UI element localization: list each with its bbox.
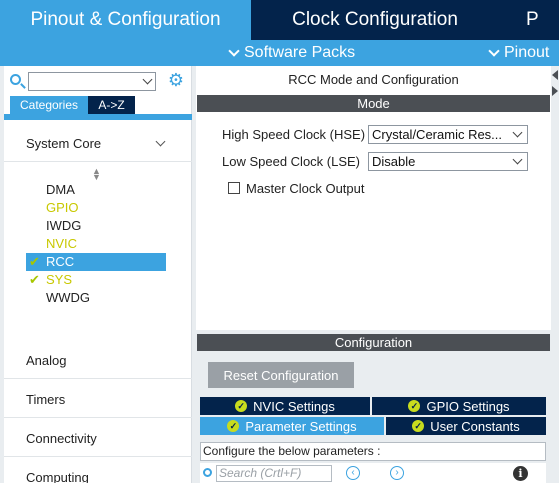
- lse-row: Low Speed Clock (LSE) Disable: [222, 151, 528, 171]
- software-packs-label: Software Packs: [244, 44, 356, 61]
- tab-label: Parameter Settings: [245, 418, 357, 434]
- lse-select[interactable]: Disable: [368, 151, 528, 171]
- check-circle-icon: ✓: [412, 420, 425, 432]
- peripheral-gpio[interactable]: GPIO: [26, 199, 166, 217]
- section-label: Computing: [26, 470, 89, 483]
- sub-toolbar: Software Packs Pinout: [0, 40, 559, 66]
- section-system-core[interactable]: System Core: [4, 124, 192, 162]
- sort-icon[interactable]: ▲ ▼: [92, 167, 101, 182]
- reset-configuration-button[interactable]: Reset Configuration: [208, 362, 354, 388]
- check-circle-icon: ✓: [227, 420, 240, 432]
- pinout-menu[interactable]: Pinout: [488, 40, 550, 66]
- lse-label: Low Speed Clock (LSE): [222, 153, 361, 169]
- software-packs-menu[interactable]: Software Packs: [228, 40, 356, 66]
- tab-categories[interactable]: Categories: [10, 96, 88, 114]
- search-icon: [10, 74, 21, 85]
- checkmark-icon: ✔: [29, 272, 40, 287]
- peripheral-label: WWDG: [46, 290, 91, 305]
- tab-label: NVIC Settings: [253, 398, 335, 414]
- check-circle-icon: ✓: [235, 400, 248, 412]
- peripheral-label: NVIC: [46, 236, 78, 251]
- checkmark-icon: ✔: [29, 254, 40, 269]
- next-result-icon[interactable]: ›: [390, 466, 404, 480]
- category-view-tabs: Categories A->Z: [10, 96, 135, 114]
- chevron-down-icon: [488, 45, 500, 57]
- cubemx-window: Pinout & Configuration Clock Configurati…: [0, 0, 559, 483]
- chevron-down-icon: [228, 45, 240, 57]
- search-icon: [203, 468, 212, 477]
- info-icon[interactable]: i: [513, 466, 528, 481]
- section-computing[interactable]: Computing: [4, 458, 209, 483]
- tab-project-manager[interactable]: P: [499, 0, 559, 40]
- gear-icon[interactable]: ⚙: [167, 71, 185, 89]
- section-label: Connectivity: [26, 431, 97, 446]
- hse-row: High Speed Clock (HSE) Crystal/Ceramic R…: [222, 124, 528, 144]
- parameter-search-row: Search (Crtl+F) ‹ › i: [200, 463, 546, 483]
- panel-title: RCC Mode and Configuration: [288, 72, 459, 87]
- category-search-row: ⚙: [10, 70, 188, 92]
- configuration-area: Configuration Reset Configuration ✓ NVIC…: [196, 330, 551, 483]
- peripheral-sys[interactable]: ✔ SYS: [26, 271, 166, 289]
- check-circle-icon: ✓: [408, 400, 421, 412]
- collapse-left-icon[interactable]: [552, 70, 558, 80]
- peripheral-label: IWDG: [46, 218, 82, 233]
- hse-value: Crystal/Ceramic Res...: [372, 126, 503, 142]
- peripheral-list: DMA GPIO IWDG NVIC ✔ RCC ✔ SYS WWDG: [26, 181, 166, 307]
- lse-value: Disable: [372, 153, 416, 169]
- previous-result-icon[interactable]: ‹: [346, 466, 360, 480]
- section-analog[interactable]: Analog: [4, 341, 209, 379]
- category-panel: ⚙ Categories A->Z System Core ▲ ▼ DMA GPI…: [4, 66, 209, 483]
- tab-label: User Constants: [430, 418, 520, 434]
- tab-nvic-settings[interactable]: ✓ NVIC Settings: [200, 397, 370, 415]
- section-label: System Core: [26, 136, 102, 151]
- section-timers[interactable]: Timers: [4, 380, 209, 418]
- tab-label: GPIO Settings: [426, 398, 510, 414]
- peripheral-label: GPIO: [46, 200, 79, 215]
- top-tab-bar: Pinout & Configuration Clock Configurati…: [0, 0, 559, 40]
- tab-clock-configuration[interactable]: Clock Configuration: [253, 0, 497, 40]
- peripheral-nvic[interactable]: NVIC: [26, 235, 166, 253]
- tab-user-constants[interactable]: ✓ User Constants: [386, 417, 546, 435]
- peripheral-rcc[interactable]: ✔ RCC: [26, 253, 166, 271]
- tab-gpio-settings[interactable]: ✓ GPIO Settings: [372, 397, 546, 415]
- section-label: Analog: [26, 353, 67, 368]
- chevron-down-icon: [512, 127, 523, 137]
- configuration-header: Configuration: [197, 334, 550, 351]
- mco-row: Master Clock Output: [228, 178, 365, 198]
- category-search-input[interactable]: [28, 72, 156, 91]
- section-label: Timers: [26, 392, 66, 407]
- peripheral-label: DMA: [46, 182, 75, 197]
- rcc-mode-configuration-panel: RCC Mode and Configuration Mode High Spe…: [196, 66, 551, 483]
- right-edge-panel: [551, 66, 559, 483]
- chevron-down-icon[interactable]: [142, 74, 153, 85]
- tab-a-to-z[interactable]: A->Z: [88, 96, 135, 114]
- tab-pinout-configuration[interactable]: Pinout & Configuration: [0, 0, 251, 40]
- section-connectivity[interactable]: Connectivity: [4, 419, 209, 457]
- hse-label: High Speed Clock (HSE): [222, 126, 366, 142]
- tab-parameter-settings[interactable]: ✓ Parameter Settings: [200, 417, 384, 435]
- category-tab-underline: [4, 114, 192, 120]
- peripheral-iwdg[interactable]: IWDG: [26, 217, 166, 235]
- pinout-label: Pinout: [504, 44, 550, 61]
- parameter-search-input[interactable]: Search (Crtl+F): [216, 465, 332, 482]
- hse-select[interactable]: Crystal/Ceramic Res...: [368, 124, 528, 144]
- peripheral-wwdg[interactable]: WWDG: [26, 289, 166, 307]
- peripheral-dma[interactable]: DMA: [26, 181, 166, 199]
- collapse-right-icon[interactable]: [552, 86, 558, 96]
- master-clock-output-checkbox[interactable]: [228, 182, 240, 194]
- chevron-down-icon: [155, 136, 166, 147]
- chevron-down-icon: [512, 154, 523, 164]
- mode-header: Mode: [197, 95, 550, 112]
- mco-label: Master Clock Output: [246, 180, 365, 196]
- configure-instructions: Configure the below parameters :: [200, 442, 546, 461]
- peripheral-label: RCC: [46, 254, 75, 269]
- peripheral-label: SYS: [46, 272, 73, 287]
